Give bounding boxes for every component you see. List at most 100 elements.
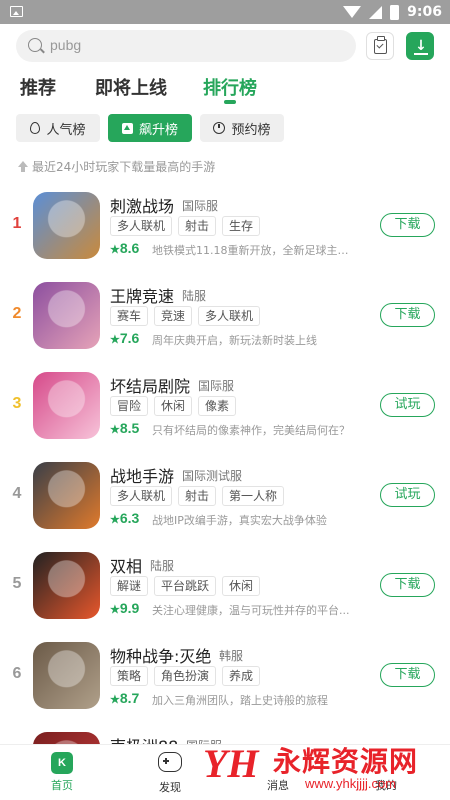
app-name[interactable]: 坏结局剧院 xyxy=(110,373,190,397)
status-bar: 9:06 xyxy=(0,0,450,24)
chip-rising[interactable]: 飙升榜 xyxy=(108,114,192,142)
download-button[interactable]: 下载 xyxy=(380,573,435,597)
active-tab-indicator xyxy=(224,100,236,104)
app-row[interactable]: 2 王牌竞速 陆服 赛车 竞速 多人联机 ★7.6 周年庆典开启，新玩法新时装上线 下载 xyxy=(0,270,450,360)
app-tags: 多人联机 射击 第一人称 xyxy=(110,486,285,506)
chip-rising-label: 飙升榜 xyxy=(138,122,178,138)
app-rating: ★6.3 xyxy=(110,510,139,526)
ranking-hint-text: 最近24小时玩家下载量最高的手游 xyxy=(32,160,216,174)
app-icon[interactable] xyxy=(33,282,100,349)
download-manager-button[interactable]: ↓ xyxy=(406,32,434,60)
star-icon: ★ xyxy=(110,694,120,706)
image-notification-icon xyxy=(10,6,23,17)
main-tabs: 推荐 即将上线 排行榜 xyxy=(0,70,450,110)
nav-home[interactable]: K 首页 xyxy=(32,751,92,793)
app-name[interactable]: 物种战争:灭绝 xyxy=(110,643,211,667)
trial-button[interactable]: 试玩 xyxy=(380,393,435,417)
app-tags: 解谜 平台跳跃 休闲 xyxy=(110,576,261,596)
app-row[interactable]: 1 刺激战场 国际服 多人联机 射击 生存 ★8.6 地铁模式11.18重新开放，全新足球主题… xyxy=(0,180,450,270)
app-region: 陆服 xyxy=(182,289,207,303)
app-icon[interactable] xyxy=(33,372,100,439)
app-description: 地铁模式11.18重新开放，全新足球主题... xyxy=(152,244,357,257)
app-icon[interactable] xyxy=(33,462,100,529)
app-name[interactable]: 双相 xyxy=(110,553,142,577)
app-tag[interactable]: 第一人称 xyxy=(222,486,285,506)
chip-popular[interactable]: 人气榜 xyxy=(16,114,100,142)
app-icon[interactable] xyxy=(33,642,100,709)
star-icon: ★ xyxy=(110,244,120,256)
app-tag[interactable]: 多人联机 xyxy=(110,216,173,236)
app-region: 国际测试服 xyxy=(182,469,243,483)
app-rating-value: 6.3 xyxy=(119,510,140,526)
star-icon: ★ xyxy=(110,604,120,616)
app-tag[interactable]: 射击 xyxy=(178,216,217,236)
search-input[interactable]: pubg xyxy=(16,30,356,62)
app-name[interactable]: 刺激战场 xyxy=(110,193,174,217)
app-name[interactable]: 王牌竞速 xyxy=(110,283,174,307)
app-icon[interactable] xyxy=(33,552,100,619)
app-tag[interactable]: 生存 xyxy=(222,216,261,236)
download-button[interactable]: 下载 xyxy=(380,663,435,687)
app-tag[interactable]: 平台跳跃 xyxy=(154,576,217,596)
rank-number: 1 xyxy=(12,215,22,232)
search-placeholder: pubg xyxy=(50,37,82,53)
download-button[interactable]: 下载 xyxy=(380,303,435,327)
app-tag[interactable]: 策略 xyxy=(110,666,149,686)
app-tag[interactable]: 竞速 xyxy=(154,306,193,326)
rank-number: 2 xyxy=(12,305,22,322)
fire-icon xyxy=(30,122,41,134)
download-button[interactable]: 下载 xyxy=(380,213,435,237)
search-row: pubg ↓ xyxy=(0,24,450,68)
ranking-subtabs: 人气榜 飙升榜 预约榜 xyxy=(0,114,450,144)
status-icons: 9:06 xyxy=(343,3,442,21)
app-tag[interactable]: 赛车 xyxy=(110,306,149,326)
tab-upcoming[interactable]: 即将上线 xyxy=(95,74,167,100)
status-time: 9:06 xyxy=(407,4,442,20)
app-tag[interactable]: 冒险 xyxy=(110,396,149,416)
signal-icon xyxy=(369,5,383,19)
app-tag[interactable]: 多人联机 xyxy=(110,486,173,506)
app-row[interactable]: 3 坏结局剧院 国际服 冒险 休闲 像素 ★8.5 只有坏结局的像素神作，完美结局何在？ 试玩 xyxy=(0,360,450,450)
app-row[interactable]: 5 双相 陆服 解谜 平台跳跃 休闲 ★9.9 关注心理健康，温与可玩性并存的平台... 下载 xyxy=(0,540,450,630)
arrow-up-icon xyxy=(121,122,133,134)
app-tags: 多人联机 射击 生存 xyxy=(110,216,261,236)
app-row[interactable]: 6 物种战争:灭绝 韩服 策略 角色扮演 养成 ★8.7 加入三角洲团队，踏上史诗般的旅程 下载 xyxy=(0,630,450,720)
app-rating-value: 7.6 xyxy=(119,330,140,346)
app-icon[interactable] xyxy=(33,192,100,259)
nav-home-label: 首页 xyxy=(51,779,73,792)
app-name[interactable]: 战地手游 xyxy=(110,463,174,487)
app-icon-art xyxy=(33,192,100,259)
task-clipboard-button[interactable] xyxy=(366,32,394,60)
chip-popular-label: 人气榜 xyxy=(46,122,86,138)
chip-reservation[interactable]: 预约榜 xyxy=(200,114,284,142)
app-tag[interactable]: 射击 xyxy=(178,486,217,506)
app-tag[interactable]: 休闲 xyxy=(154,396,193,416)
app-tag[interactable]: 养成 xyxy=(222,666,261,686)
chip-reservation-label: 预约榜 xyxy=(231,122,271,138)
nav-discover-label: 发现 xyxy=(159,781,181,794)
app-rating-value: 9.9 xyxy=(119,600,140,616)
app-icon-art xyxy=(33,372,100,439)
trial-button[interactable]: 试玩 xyxy=(380,483,435,507)
tab-rankings[interactable]: 排行榜 xyxy=(203,74,257,100)
app-tag[interactable]: 休闲 xyxy=(222,576,261,596)
app-row[interactable]: 4 战地手游 国际测试服 多人联机 射击 第一人称 ★6.3 战地IP改编手游，真实宏大战争体… xyxy=(0,450,450,540)
app-rating-value: 8.7 xyxy=(119,690,140,706)
app-tag[interactable]: 多人联机 xyxy=(198,306,261,326)
app-region: 韩服 xyxy=(219,649,244,663)
app-tags: 赛车 竞速 多人联机 xyxy=(110,306,261,326)
rank-number: 3 xyxy=(12,395,22,412)
upload-arrow-icon xyxy=(16,160,28,173)
app-rating: ★8.5 xyxy=(110,420,139,436)
app-region: 国际服 xyxy=(198,379,235,393)
app-tag[interactable]: 像素 xyxy=(198,396,237,416)
app-rating-value: 8.6 xyxy=(119,240,140,256)
nav-discover[interactable]: 发现 xyxy=(140,751,200,795)
ranking-hint: 最近24小时玩家下载量最高的手游 xyxy=(16,158,215,175)
tab-recommended[interactable]: 推荐 xyxy=(20,74,56,100)
app-rating: ★8.7 xyxy=(110,690,139,706)
app-tag[interactable]: 解谜 xyxy=(110,576,149,596)
app-tags: 策略 角色扮演 养成 xyxy=(110,666,261,686)
app-tag[interactable]: 角色扮演 xyxy=(154,666,217,686)
search-icon xyxy=(28,38,42,52)
